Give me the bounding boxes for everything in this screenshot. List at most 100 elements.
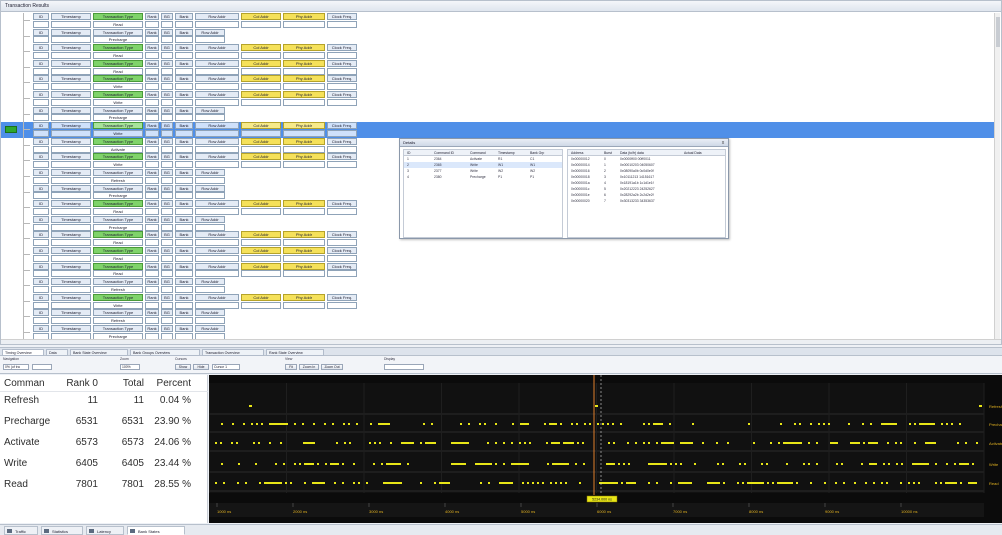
transaction-row[interactable]: ID Timestamp Transaction Type Read Rank BG Ban…: [1, 59, 995, 76]
cell-header-type: Transaction Type: [93, 278, 143, 286]
bottom-tab-bank-states[interactable]: Bank States: [127, 526, 185, 535]
navigation-select[interactable]: [32, 364, 52, 370]
cell-value-bg: [161, 83, 173, 91]
transaction-row[interactable]: ID Timestamp Transaction Type Read Rank BG Ban…: [1, 247, 995, 263]
cell-value-col: [241, 161, 281, 169]
tree-branch: [23, 51, 30, 53]
cell-value-rank: [145, 239, 159, 247]
navigation-label: Navigation: [3, 357, 20, 361]
time-tick-label: 1000 ns: [217, 509, 231, 514]
bottom-tab-latency[interactable]: Latency: [86, 526, 124, 535]
stats-row-refresh[interactable]: Refresh 11 11 0.04 %: [0, 395, 208, 409]
stats-row-read[interactable]: Read 7801 7801 28.55 %: [0, 479, 208, 493]
col-command[interactable]: Comman: [4, 378, 60, 389]
transaction-row[interactable]: ID Timestamp Transaction Type Write Rank BG Ba…: [1, 91, 995, 107]
horizontal-scrollbar[interactable]: [1, 339, 1001, 344]
cursor-select[interactable]: Cursor 1: [212, 364, 240, 370]
cell-header-id: ID: [33, 293, 49, 301]
command-table-row-cell: P1: [498, 175, 503, 179]
command-table[interactable]: ID Command ID Command Timestamp Bank Grp 1 236…: [403, 149, 563, 238]
tab-transaction-overview[interactable]: Transaction Overview: [202, 349, 264, 356]
cell-header-row: Row Addr: [195, 28, 225, 36]
stats-row-write[interactable]: Write 6405 6405 23.44 %: [0, 458, 208, 472]
cell-header-type: Transaction Type: [93, 200, 143, 208]
close-icon[interactable]: x: [720, 140, 726, 146]
cell-value-bank: [175, 285, 193, 293]
timeline-canvas[interactable]: Refresh Precharge Activate Write Read 5234.00…: [209, 375, 1002, 523]
cell-header-timestamp: Timestamp: [51, 309, 91, 317]
command-mark: [648, 482, 650, 484]
command-mark: [237, 482, 239, 484]
command-mark: [612, 423, 614, 425]
tab-document-icon: [7, 529, 12, 533]
command-mark: [670, 463, 672, 465]
transaction-row[interactable]: ID Timestamp Transaction Type Read Rank BG Ban…: [1, 262, 995, 279]
command-mark: [848, 423, 850, 425]
navigation-field[interactable]: 0% (of tra: [3, 364, 29, 370]
command-mark: [957, 442, 959, 444]
cell-header-bank: Bank: [175, 75, 193, 83]
fit-button[interactable]: Fit: [285, 364, 297, 370]
command-mark: [370, 423, 372, 425]
command-mark: [901, 463, 903, 465]
transaction-row[interactable]: ID Timestamp Transaction Type Refresh Rank BG…: [1, 309, 995, 325]
transaction-row[interactable]: ID Timestamp Transaction Type Precharge Rank…: [1, 106, 995, 123]
tab-data[interactable]: Data: [46, 349, 68, 356]
hide-button[interactable]: Hide: [193, 364, 209, 370]
cell-value-clock: [327, 51, 357, 59]
col-rank[interactable]: Rank 0: [58, 378, 98, 389]
tree-branch: [23, 269, 30, 271]
col-percent[interactable]: Percent: [143, 378, 191, 389]
zoom-in-button[interactable]: Zoom In: [299, 364, 319, 370]
show-button[interactable]: Show: [175, 364, 191, 370]
data-table-row[interactable]: 0x00000020 7 0x30313233 34353637: [568, 198, 725, 204]
transaction-row[interactable]: ID Timestamp Transaction Type Refresh Rank BG…: [1, 278, 995, 294]
command-mark: [602, 423, 604, 425]
command-mark: [794, 423, 796, 425]
cell-header-timestamp: Timestamp: [51, 325, 91, 332]
col-total[interactable]: Total: [100, 378, 144, 389]
cell-value-bank: [175, 98, 193, 106]
zoom-out-button[interactable]: Zoom Out: [321, 364, 343, 370]
bottom-tab-traffic[interactable]: Traffic: [4, 526, 38, 535]
cell-header-row: Row Addr: [195, 137, 239, 145]
tab-bank-groups-overview[interactable]: Bank Groups Overview: [130, 349, 200, 356]
command-mark: [669, 423, 671, 425]
tree-branch: [23, 207, 30, 209]
cursor-time-label: 5234.000 ns: [592, 498, 612, 502]
transaction-row[interactable]: ID Timestamp Transaction Type Write Rank BG Ba…: [1, 75, 995, 91]
cell-value-rank: [145, 192, 159, 200]
cell-header-timestamp: Timestamp: [51, 169, 91, 176]
command-mark: [914, 442, 916, 444]
cell-header-rank: Rank: [145, 75, 159, 83]
stats-rank-cell: 11: [87, 395, 98, 406]
command-timeline[interactable]: Refresh Precharge Activate Write Read 5234.00…: [209, 375, 1002, 523]
transaction-row[interactable]: ID Timestamp Transaction Type Read Rank BG Ban…: [1, 13, 995, 29]
stats-row-precharge[interactable]: Precharge 6531 6531 23.90 %: [0, 416, 208, 430]
tab-bank-state-overview[interactable]: Bank State Overview: [70, 349, 128, 356]
cell-value-bg: [161, 239, 173, 247]
transaction-row[interactable]: ID Timestamp Transaction Type Write Rank BG Ba…: [1, 293, 995, 310]
transaction-row[interactable]: ID Timestamp Transaction Type Precharge Rank…: [1, 28, 995, 45]
transaction-row[interactable]: ID Timestamp Transaction Type Read Rank BG Ban…: [1, 44, 995, 60]
tab-timing-overview[interactable]: Timing Overview: [2, 349, 44, 356]
bottom-tab-statistics[interactable]: Statistics: [41, 526, 83, 535]
display-select[interactable]: [384, 364, 424, 370]
cell-header-timestamp: Timestamp: [51, 75, 91, 83]
vertical-scrollbar[interactable]: [994, 13, 1000, 343]
cell-value-timestamp: [51, 98, 91, 106]
transaction-row[interactable]: ID Timestamp Transaction Type Write Rank BG Ba…: [1, 122, 995, 138]
tree-branch: [23, 66, 30, 68]
cell-header-bank: Bank: [175, 293, 193, 301]
data-table[interactable]: Address Burst Data (to/fr) data Actual Data…: [567, 149, 726, 238]
scroll-thumb[interactable]: [996, 17, 1000, 47]
command-mark: [317, 463, 319, 465]
tab-rank-state-overview[interactable]: Rank State Overview: [266, 349, 324, 356]
zoom-field[interactable]: 100%: [120, 364, 140, 370]
stats-row-activate[interactable]: Activate 6573 6573 24.06 %: [0, 437, 208, 451]
command-mark: [913, 482, 915, 484]
command-mark: [221, 423, 223, 425]
cell-header-bank: Bank: [175, 137, 193, 145]
cell-header-bank: Bank: [175, 247, 193, 254]
command-table-row[interactable]: 4 2380 Precharge P1 P1: [404, 174, 562, 180]
